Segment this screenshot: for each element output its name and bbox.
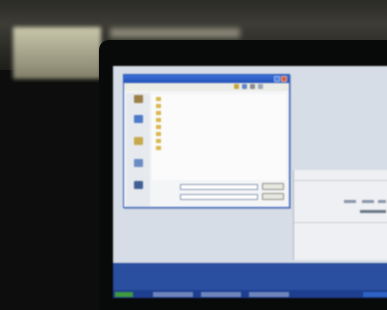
background-window-divider xyxy=(294,180,387,181)
view-menu-icon[interactable] xyxy=(250,84,255,89)
file-name-row xyxy=(152,183,286,191)
background-glow xyxy=(110,28,240,38)
system-tray xyxy=(363,292,387,297)
file-icon xyxy=(156,146,161,150)
place-my-computer[interactable] xyxy=(129,159,147,177)
list-item[interactable] xyxy=(156,110,163,116)
list-item[interactable] xyxy=(156,145,163,151)
recent-documents-icon xyxy=(133,95,143,103)
places-bar xyxy=(126,93,150,207)
background-window-divider xyxy=(294,222,387,223)
file-type-row xyxy=(152,193,286,201)
dialog-titlebar[interactable] xyxy=(124,75,289,83)
tools-icon[interactable] xyxy=(258,84,263,89)
place-desktop[interactable] xyxy=(129,115,147,133)
taskbar xyxy=(113,290,387,298)
place-my-documents[interactable] xyxy=(129,137,147,155)
dialog-toolbar xyxy=(124,83,289,91)
taskbar-item[interactable] xyxy=(249,292,289,297)
file-name-input[interactable] xyxy=(180,184,258,190)
file-icon xyxy=(156,132,161,136)
folder-icon xyxy=(156,111,161,115)
place-recent[interactable] xyxy=(129,95,147,113)
background-window-control[interactable] xyxy=(362,200,374,203)
list-item[interactable] xyxy=(156,117,163,123)
list-item[interactable] xyxy=(156,103,163,109)
start-button[interactable] xyxy=(115,292,133,297)
folder-icon xyxy=(156,97,161,101)
network-places-icon xyxy=(133,181,143,189)
help-button[interactable] xyxy=(274,76,280,82)
file-list[interactable] xyxy=(152,94,286,180)
background-light xyxy=(13,27,101,79)
background-window-control[interactable] xyxy=(360,210,386,213)
taskbar-item[interactable] xyxy=(201,292,241,297)
list-item[interactable] xyxy=(156,96,163,102)
cancel-button[interactable] xyxy=(262,193,284,200)
close-button[interactable] xyxy=(281,76,287,82)
background-window-control[interactable] xyxy=(378,200,386,203)
background-window-control[interactable] xyxy=(344,200,356,203)
list-item[interactable] xyxy=(156,124,163,130)
folder-icon xyxy=(156,118,161,122)
taskbar-item[interactable] xyxy=(153,292,193,297)
file-type-select[interactable] xyxy=(180,194,258,200)
list-item[interactable] xyxy=(156,138,163,144)
open-button[interactable] xyxy=(262,183,284,190)
folder-icon xyxy=(156,125,161,129)
new-folder-icon[interactable] xyxy=(242,84,247,89)
folder-icon xyxy=(156,104,161,108)
my-computer-icon xyxy=(133,159,143,167)
list-item[interactable] xyxy=(156,131,163,137)
background-window xyxy=(293,170,387,260)
desktop-icon xyxy=(133,115,143,123)
file-open-dialog xyxy=(123,74,290,208)
monitor-screen xyxy=(113,66,387,298)
place-network[interactable] xyxy=(129,181,147,199)
my-documents-icon xyxy=(133,137,143,145)
file-icon xyxy=(156,139,161,143)
up-folder-icon[interactable] xyxy=(234,84,239,89)
